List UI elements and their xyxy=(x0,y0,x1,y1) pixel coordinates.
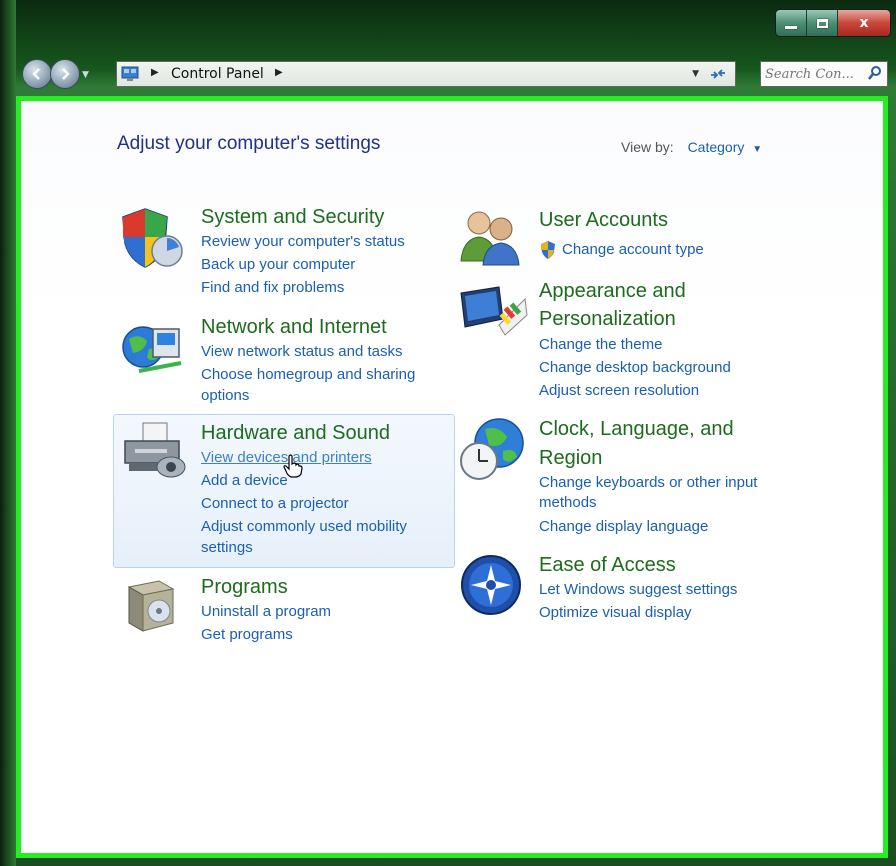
uac-shield-icon xyxy=(541,241,555,259)
category-clock-line2[interactable]: Region xyxy=(539,444,602,472)
search-box[interactable] xyxy=(760,61,888,87)
category-system-security[interactable]: System and Security xyxy=(201,203,384,231)
link-change-account-type[interactable]: Change account type xyxy=(562,241,704,259)
view-by-label: View by: xyxy=(621,139,674,155)
users-icon[interactable] xyxy=(459,205,525,267)
category-hardware-sound[interactable]: Hardware and Sound xyxy=(201,419,390,447)
link-uninstall-program[interactable]: Uninstall a program xyxy=(201,603,331,621)
category-appearance-line2[interactable]: Personalization xyxy=(539,305,676,333)
breadcrumb-separator-trailing[interactable]: ▶ xyxy=(275,67,283,78)
hand-cursor-icon xyxy=(283,454,303,478)
link-mobility-settings[interactable]: settings xyxy=(201,539,253,557)
control-panel-content: Adjust your computer's settings View by:… xyxy=(16,96,888,858)
category-clock-line1[interactable]: Clock, Language, and xyxy=(539,415,734,443)
chevron-down-icon[interactable]: ▼ xyxy=(752,144,762,155)
link-change-keyboards[interactable]: Change keyboards or other input xyxy=(539,474,757,492)
page-title: Adjust your computer's settings xyxy=(117,133,381,154)
minimize-button[interactable] xyxy=(776,10,807,36)
link-get-programs[interactable]: Get programs xyxy=(201,626,293,644)
search-input[interactable] xyxy=(765,64,861,84)
category-ease-of-access[interactable]: Ease of Access xyxy=(539,551,676,579)
forward-button[interactable] xyxy=(50,59,80,89)
back-button[interactable] xyxy=(22,59,52,89)
view-by: View by: Category ▼ xyxy=(621,139,762,155)
network-globe-icon[interactable] xyxy=(119,319,189,381)
link-adjust-screen-resolution[interactable]: Adjust screen resolution xyxy=(539,382,699,400)
link-adjust-mobility[interactable]: Adjust commonly used mobility xyxy=(201,518,407,536)
category-programs[interactable]: Programs xyxy=(201,573,288,601)
link-choose-homegroup[interactable]: Choose homegroup and sharing xyxy=(201,366,415,384)
link-let-windows-suggest[interactable]: Let Windows suggest settings xyxy=(539,581,737,599)
caption-buttons: x xyxy=(776,10,890,36)
link-find-fix[interactable]: Find and fix problems xyxy=(201,279,344,297)
minimize-icon xyxy=(785,25,797,29)
printer-icon[interactable] xyxy=(119,419,189,483)
breadcrumb-control-panel[interactable]: Control Panel xyxy=(171,66,264,82)
address-bar[interactable]: ▶ Control Panel ▶ ▼ xyxy=(116,61,736,87)
link-add-device[interactable]: Add a device xyxy=(201,472,288,490)
link-connect-projector[interactable]: Connect to a projector xyxy=(201,495,349,513)
back-arrow-icon xyxy=(32,68,40,80)
ease-of-access-icon[interactable] xyxy=(459,553,523,617)
search-icon[interactable] xyxy=(867,65,883,81)
refresh-icon[interactable] xyxy=(707,65,729,83)
explorer-window: x ▼ ▶ Control Panel ▶ ▼ Search Con... Ad… xyxy=(0,0,896,866)
breadcrumb-separator[interactable]: ▶ xyxy=(151,67,159,78)
globe-clock-icon[interactable] xyxy=(457,415,529,485)
forward-arrow-icon xyxy=(62,68,70,80)
close-button[interactable]: x xyxy=(838,10,890,36)
maximize-icon xyxy=(816,18,828,28)
link-keyboards-methods[interactable]: methods xyxy=(539,494,597,512)
link-view-network-status[interactable]: View network status and tasks xyxy=(201,343,403,361)
link-change-display-language[interactable]: Change display language xyxy=(539,518,708,536)
address-dropdown[interactable]: ▼ xyxy=(692,69,699,79)
navigation-bar: ▼ ▶ Control Panel ▶ ▼ xyxy=(16,56,896,92)
link-change-desktop-background[interactable]: Change desktop background xyxy=(539,359,731,377)
programs-box-icon[interactable] xyxy=(119,573,183,637)
maximize-button[interactable] xyxy=(807,10,838,36)
shield-icon[interactable] xyxy=(119,203,189,273)
link-back-up[interactable]: Back up your computer xyxy=(201,256,355,274)
link-homegroup-options[interactable]: options xyxy=(201,387,249,405)
link-optimize-visual-display[interactable]: Optimize visual display xyxy=(539,604,692,622)
category-network-internet[interactable]: Network and Internet xyxy=(201,313,387,341)
category-user-accounts[interactable]: User Accounts xyxy=(539,206,668,234)
view-by-dropdown[interactable]: Category xyxy=(688,139,745,155)
window-left-frame xyxy=(0,0,16,866)
control-panel-icon xyxy=(121,66,139,81)
link-review-status[interactable]: Review your computer's status xyxy=(201,233,405,251)
monitor-palette-icon[interactable] xyxy=(459,285,529,341)
link-change-theme[interactable]: Change the theme xyxy=(539,336,662,354)
category-appearance-line1[interactable]: Appearance and xyxy=(539,277,686,305)
recent-pages-dropdown[interactable]: ▼ xyxy=(82,70,89,80)
